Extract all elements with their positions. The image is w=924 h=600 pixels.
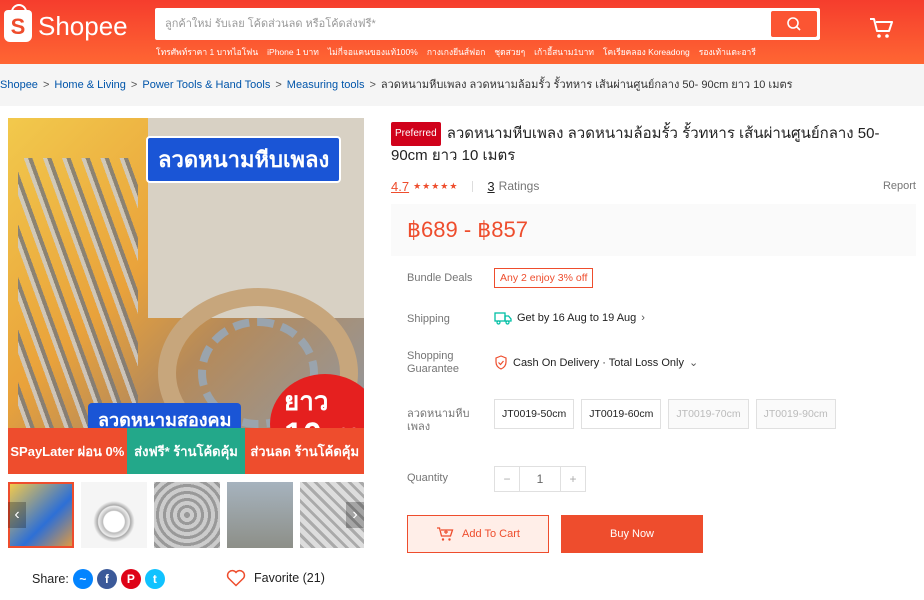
price-box: ฿689 - ฿857	[391, 204, 916, 256]
chevron-right-icon: >	[369, 79, 376, 91]
truck-icon	[494, 312, 512, 325]
product-info: Preferred ลวดหนามหีบเพลง ลวดหนามล้อมรั้ว …	[391, 122, 916, 256]
breadcrumb-current: ลวดหนามหีบเพลง ลวดหนามล้อมรั้ว รั้วทหาร …	[380, 79, 793, 91]
chevron-right-icon: ›	[641, 312, 645, 324]
decrease-button[interactable]: −	[494, 466, 520, 492]
guarantee-info[interactable]: Cash On Delivery · Total Loss Only ⌄	[494, 355, 698, 370]
chevron-right-icon: >	[275, 79, 282, 91]
image-length-word: ยาว	[284, 386, 329, 416]
add-to-cart-label: Add To Cart	[462, 528, 520, 540]
chevron-right-icon[interactable]: ›	[346, 502, 364, 528]
search-hint[interactable]: รองเท้าแตะอารี	[699, 45, 756, 59]
add-to-cart-button[interactable]: Add To Cart	[407, 515, 549, 553]
search-hint[interactable]: ไม่กี่จอแคนของแท้100%	[328, 45, 418, 59]
main-product-image[interactable]: ลวดหนามหีบเพลง ลวดหนามสองคม ยาว10 m. SPa…	[8, 118, 364, 474]
breadcrumb-link[interactable]: Home & Living	[54, 79, 126, 91]
shipping-info[interactable]: Get by 16 Aug to 19 Aug ›	[494, 311, 645, 325]
share-row: Share: ~ f P t	[32, 569, 165, 589]
promo-free-shipping: ส่งฟรี* ร้านโค้ดคุ้ม	[126, 428, 246, 474]
rating-score[interactable]: 4.7	[391, 179, 409, 194]
ratings-label: Ratings	[498, 179, 540, 193]
increase-button[interactable]: +	[560, 466, 586, 492]
guarantee-label: Shopping Guarantee	[407, 350, 459, 375]
ratings-count[interactable]: 3	[487, 179, 494, 194]
promo-discount: ส่วนลด ร้านโค้ดคุ้ม	[245, 428, 364, 474]
search-bar	[155, 8, 820, 40]
thumbnail[interactable]	[154, 482, 220, 548]
product-title: ลวดหนามหีบเพลง ลวดหนามล้อมรั้ว รั้วทหาร …	[391, 125, 880, 164]
product-gallery: ลวดหนามหีบเพลง ลวดหนามสองคม ยาว10 m. SPa…	[8, 118, 364, 548]
quantity-label: Quantity	[407, 472, 448, 484]
logo-text: Shopee	[38, 10, 128, 41]
preferred-badge: Preferred	[391, 122, 441, 146]
buy-now-button[interactable]: Buy Now	[561, 515, 703, 553]
pinterest-icon[interactable]: P	[120, 569, 141, 589]
quantity-stepper: − 1 +	[494, 466, 586, 492]
search-hint[interactable]: โทรศัพท์ราคา 1 บาทไอโฟน	[156, 45, 258, 59]
variant-option[interactable]: JT0019-60cm	[581, 399, 662, 429]
search-hint[interactable]: เก้าอี้สนาม1บาท	[534, 45, 594, 59]
favorite-button[interactable]: Favorite (21)	[226, 569, 325, 587]
messenger-icon[interactable]: ~	[72, 569, 93, 589]
search-button[interactable]	[771, 11, 817, 37]
promo-spaylater: SPayLater ผ่อน 0%	[8, 428, 127, 474]
bundle-deal: Any 2 enjoy 3% off	[494, 268, 594, 288]
favorite-label: Favorite (21)	[254, 571, 325, 585]
chevron-left-icon[interactable]: ‹	[8, 502, 26, 528]
variant-option-disabled: JT0019-90cm	[755, 399, 836, 429]
search-input[interactable]	[155, 8, 767, 40]
chevron-right-icon: >	[42, 79, 50, 91]
search-hint[interactable]: โคเรียคลอง Koreadong	[603, 45, 690, 59]
chevron-down-icon: ⌄	[688, 357, 699, 369]
chevron-right-icon: >	[130, 79, 138, 91]
top-header: S Shopee โทรศัพท์ราคา 1 บาทไอโฟน iPhone …	[0, 0, 924, 64]
shipping-date: Get by 16 Aug to 19 Aug	[517, 312, 637, 324]
search-icon	[787, 17, 801, 31]
search-hint[interactable]: ชุดสวยๆ	[494, 45, 525, 59]
variant-options: JT0019-50cm JT0019-60cm JT0019-70cm JT00…	[494, 399, 836, 429]
breadcrumb-link[interactable]: Power Tools & Hand Tools	[142, 79, 270, 91]
report-link[interactable]: Report	[883, 180, 916, 192]
breadcrumb-link[interactable]: Shopee	[0, 79, 38, 91]
cart-icon	[870, 18, 893, 38]
price-range: ฿689 - ฿857	[407, 217, 528, 242]
image-title: ลวดหนามหีบเพลง	[146, 136, 342, 183]
search-hints: โทรศัพท์ราคา 1 บาทไอโฟน iPhone 1 บาท ไม่…	[156, 45, 756, 59]
breadcrumb: Shopee > Home & Living > Power Tools & Hand …	[0, 64, 924, 106]
star-rating-icon: ★★★★★	[413, 180, 474, 192]
thumbnail-strip: ‹ ›	[8, 482, 364, 548]
cart-button[interactable]	[868, 16, 894, 45]
variant-option[interactable]: JT0019-50cm	[494, 399, 575, 429]
guarantee-value: Cash On Delivery · Total Loss Only	[513, 356, 684, 369]
quantity-input[interactable]: 1	[520, 466, 560, 492]
shopee-logo[interactable]: S Shopee	[4, 4, 128, 42]
search-hint[interactable]: iPhone 1 บาท	[267, 45, 319, 59]
shield-icon	[495, 355, 507, 370]
rating-row: 4.7 ★★★★★ 3 Ratings Report	[391, 176, 916, 196]
bundle-deal-tag[interactable]: Any 2 enjoy 3% off	[494, 268, 594, 288]
shopping-bag-icon: S	[4, 4, 32, 42]
heart-icon	[226, 569, 246, 587]
variant-label: ลวดหนามหีบเพลง	[407, 408, 470, 433]
promo-strip: SPayLater ผ่อน 0% ส่งฟรี* ร้านโค้ดคุ้ม ส…	[8, 428, 364, 474]
thumbnail[interactable]	[81, 482, 147, 548]
bundle-label: Bundle Deals	[407, 272, 473, 284]
breadcrumb-link[interactable]: Measuring tools	[287, 79, 365, 91]
twitter-icon[interactable]: t	[144, 569, 165, 589]
add-cart-icon	[437, 527, 454, 541]
variant-option-disabled: JT0019-70cm	[668, 399, 749, 429]
share-label: Share:	[32, 572, 69, 586]
thumbnail[interactable]	[227, 482, 293, 548]
product-title-block: Preferred ลวดหนามหีบเพลง ลวดหนามล้อมรั้ว …	[391, 122, 916, 166]
shipping-label: Shipping	[407, 313, 450, 325]
facebook-icon[interactable]: f	[96, 569, 117, 589]
search-hint[interactable]: กางเกงยีนส์ฟอก	[427, 45, 486, 59]
